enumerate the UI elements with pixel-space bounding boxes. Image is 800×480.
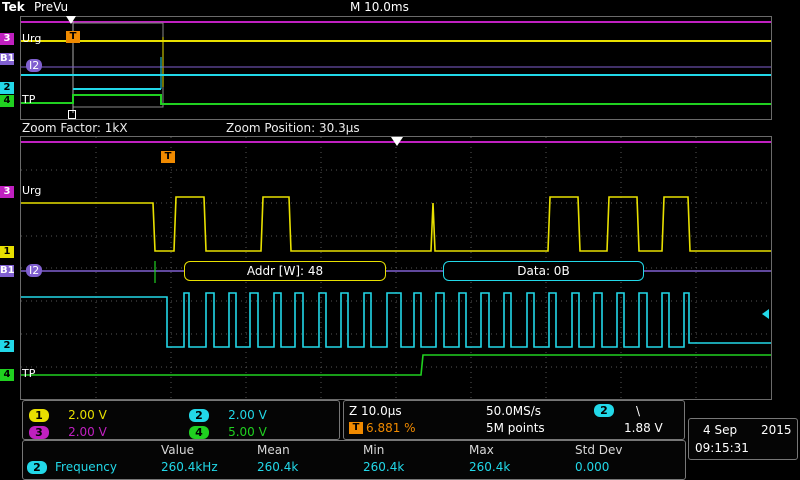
- overview-ch4-label: TP: [22, 93, 36, 106]
- sample-rate: 50.0MS/s: [486, 404, 541, 418]
- meas-header-value: Value: [161, 443, 194, 457]
- main-ch2-badge[interactable]: 2: [0, 340, 14, 352]
- overview-trigger-marker-icon: T: [66, 31, 80, 43]
- top-bar: Tek PreVu M 10.0ms: [0, 0, 800, 16]
- brand-logo: Tek: [2, 0, 25, 14]
- bus-addr-packet[interactable]: Addr [W]: 48: [184, 261, 386, 281]
- overview-ch2-badge[interactable]: 2: [0, 82, 14, 94]
- trigger-level[interactable]: 1.88 V: [624, 421, 663, 435]
- overview-ch3-label: Urg: [22, 32, 42, 45]
- trigger-slope-icon: \: [636, 404, 641, 418]
- meas-source-badge: 2: [27, 461, 47, 474]
- meas-min: 260.4k: [363, 460, 405, 474]
- zoom-factor-readout[interactable]: Zoom Factor: 1kX: [22, 121, 128, 135]
- overview-bus-badge[interactable]: B1: [0, 53, 15, 65]
- meas-mean: 260.4k: [257, 460, 299, 474]
- trigger-position-icon: T: [349, 422, 363, 434]
- main-ch3-label: Urg: [22, 184, 42, 197]
- meas-value: 260.4kHz: [161, 460, 218, 474]
- ch4-setting-badge: 4: [189, 426, 209, 439]
- main-ch3-badge[interactable]: 3: [0, 186, 14, 198]
- main-waveform-area[interactable]: [20, 136, 772, 400]
- meas-name[interactable]: Frequency: [55, 460, 117, 474]
- main-bus-badge[interactable]: B1: [0, 265, 15, 277]
- overview-ch4-badge[interactable]: 4: [0, 95, 14, 107]
- bus-data-packet[interactable]: Data: 0B: [443, 261, 644, 281]
- main-ch1-badge[interactable]: 1: [0, 246, 14, 258]
- overview-waveforms: [21, 21, 771, 113]
- ch3-setting[interactable]: 3 2.00 V: [29, 421, 107, 440]
- meas-stddev: 0.000: [575, 460, 610, 474]
- record-length[interactable]: 5M points: [486, 421, 545, 435]
- main-ch4-badge[interactable]: 4: [0, 369, 14, 381]
- overview-waveform-area[interactable]: [20, 16, 772, 120]
- measurements-panel[interactable]: Value Mean Min Max Std Dev 2 Frequency 2…: [22, 440, 686, 480]
- trigger-position[interactable]: 6.881 %: [366, 421, 416, 435]
- main-bus-label: I2: [26, 264, 43, 277]
- ch4-setting[interactable]: 4 5.00 V: [189, 421, 267, 440]
- main-timebase[interactable]: M 10.0ms: [350, 0, 409, 14]
- meas-header-min: Min: [363, 443, 385, 457]
- time-text: 09:15:31: [695, 441, 749, 455]
- year-text: 2015: [761, 423, 792, 437]
- datetime-panel: 4 Sep 2015 09:15:31: [688, 418, 798, 460]
- main-trigger-marker-icon: T: [161, 151, 175, 163]
- meas-max: 260.4k: [469, 460, 511, 474]
- overview-bus-label: I2: [26, 59, 43, 72]
- main-trigger-pointer-icon: [391, 137, 403, 146]
- ch3-setting-badge: 3: [29, 426, 49, 439]
- ch2-trigger-level-icon: [762, 309, 769, 319]
- overview-zoom-marker-icon: [68, 110, 76, 119]
- zoom-position-readout[interactable]: Zoom Position: 30.3μs: [226, 121, 360, 135]
- main-ch4-label: TP: [22, 367, 36, 380]
- overview-ch3-badge[interactable]: 3: [0, 33, 14, 45]
- overview-trigger-pointer-icon: [66, 16, 76, 24]
- ch2-setting-value: 2.00 V: [228, 408, 267, 422]
- acquisition-panel[interactable]: Z 10.0μs 50.0MS/s 2 \ T 6.881 % 5M point…: [343, 400, 685, 440]
- main-waveforms: [21, 137, 771, 399]
- acquisition-mode: PreVu: [34, 0, 69, 14]
- meas-header-mean: Mean: [257, 443, 290, 457]
- meas-header-stddev: Std Dev: [575, 443, 623, 457]
- ch3-setting-value: 2.00 V: [68, 425, 107, 439]
- trigger-source-badge[interactable]: 2: [594, 404, 614, 417]
- channel-settings-panel[interactable]: 1 2.00 V 2 2.00 V 3 2.00 V 4 5.00 V: [22, 400, 340, 440]
- zoom-scale[interactable]: Z 10.0μs: [349, 404, 402, 418]
- date-text: 4 Sep: [703, 423, 738, 437]
- ch4-setting-value: 5.00 V: [228, 425, 267, 439]
- ch1-setting-value: 2.00 V: [68, 408, 107, 422]
- meas-header-max: Max: [469, 443, 494, 457]
